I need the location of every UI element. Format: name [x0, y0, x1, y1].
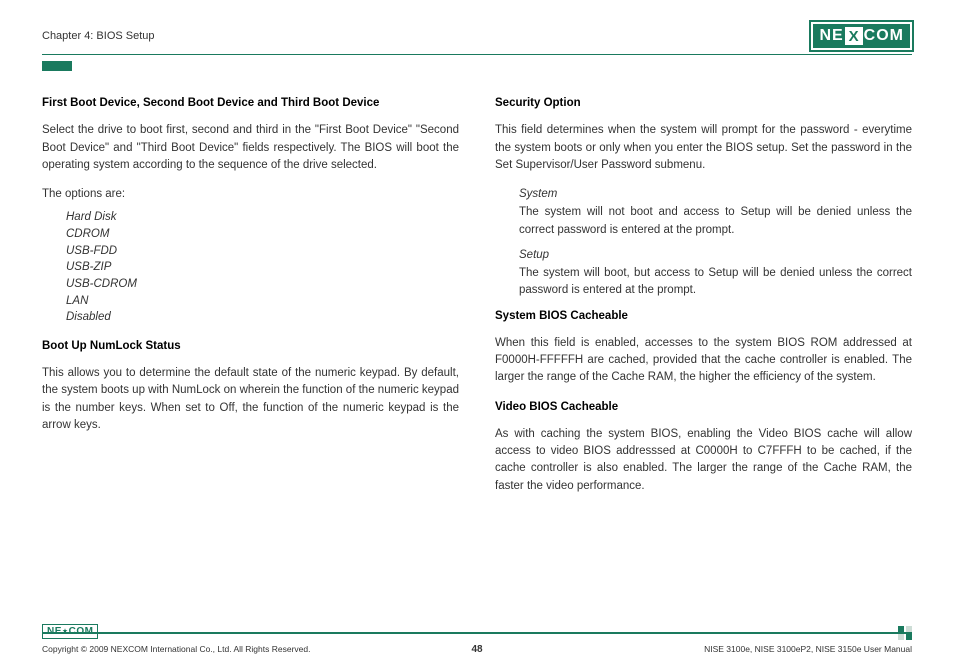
para-numlock: This allows you to determine the default… — [42, 365, 459, 434]
para-video-cache: As with caching the system BIOS, enablin… — [495, 426, 912, 495]
manual-title: NISE 3100e, NISE 3100eP2, NISE 3150e Use… — [704, 644, 912, 654]
para-security: This field determines when the system wi… — [495, 122, 912, 174]
sub-system: System The system will not boot and acce… — [519, 186, 912, 239]
brand-logo: NE X COM — [811, 22, 912, 50]
sub-setup-title: Setup — [519, 247, 912, 264]
header-divider — [42, 54, 912, 55]
heading-boot-device: First Boot Device, Second Boot Device an… — [42, 95, 459, 112]
footer-row: Copyright © 2009 NEXCOM International Co… — [42, 644, 912, 654]
chapter-title: Chapter 4: BIOS Setup — [42, 30, 155, 42]
heading-sys-cache: System BIOS Cacheable — [495, 308, 912, 325]
page-number: 48 — [471, 644, 482, 655]
sub-system-text: The system will not boot and access to S… — [519, 204, 912, 239]
page-tab-marker — [42, 61, 72, 71]
boot-options-list: Hard Disk CDROM USB-FDD USB-ZIP USB-CDRO… — [66, 209, 459, 326]
para-options-label: The options are: — [42, 186, 459, 203]
logo-com: COM — [864, 27, 904, 45]
left-column: First Boot Device, Second Boot Device an… — [42, 89, 459, 507]
option-item: Disabled — [66, 309, 459, 326]
option-item: USB-ZIP — [66, 259, 459, 276]
content-columns: First Boot Device, Second Boot Device an… — [42, 89, 912, 507]
heading-numlock: Boot Up NumLock Status — [42, 338, 459, 355]
option-item: USB-CDROM — [66, 276, 459, 293]
para-boot-device: Select the drive to boot first, second a… — [42, 122, 459, 174]
right-column: Security Option This field determines wh… — [495, 89, 912, 507]
footer-divider — [42, 632, 912, 634]
heading-video-cache: Video BIOS Cacheable — [495, 399, 912, 416]
logo-x-icon: X — [845, 27, 863, 45]
sub-setup: Setup The system will boot, but access t… — [519, 247, 912, 300]
option-item: Hard Disk — [66, 209, 459, 226]
para-sys-cache: When this field is enabled, accesses to … — [495, 335, 912, 387]
sub-setup-text: The system will boot, but access to Setu… — [519, 265, 912, 300]
footer-dots-icon — [898, 626, 912, 640]
copyright-text: Copyright © 2009 NEXCOM International Co… — [42, 644, 310, 654]
option-item: LAN — [66, 293, 459, 310]
option-item: CDROM — [66, 226, 459, 243]
option-item: USB-FDD — [66, 243, 459, 260]
footer-divider-wrap: NE⋆COM — [42, 626, 912, 640]
heading-security: Security Option — [495, 95, 912, 112]
footer: NE⋆COM Copyright © 2009 NEXCOM Internati… — [42, 626, 912, 654]
sub-system-title: System — [519, 186, 912, 203]
header-row: Chapter 4: BIOS Setup NE X COM — [42, 22, 912, 50]
logo-ne: NE — [819, 27, 843, 45]
